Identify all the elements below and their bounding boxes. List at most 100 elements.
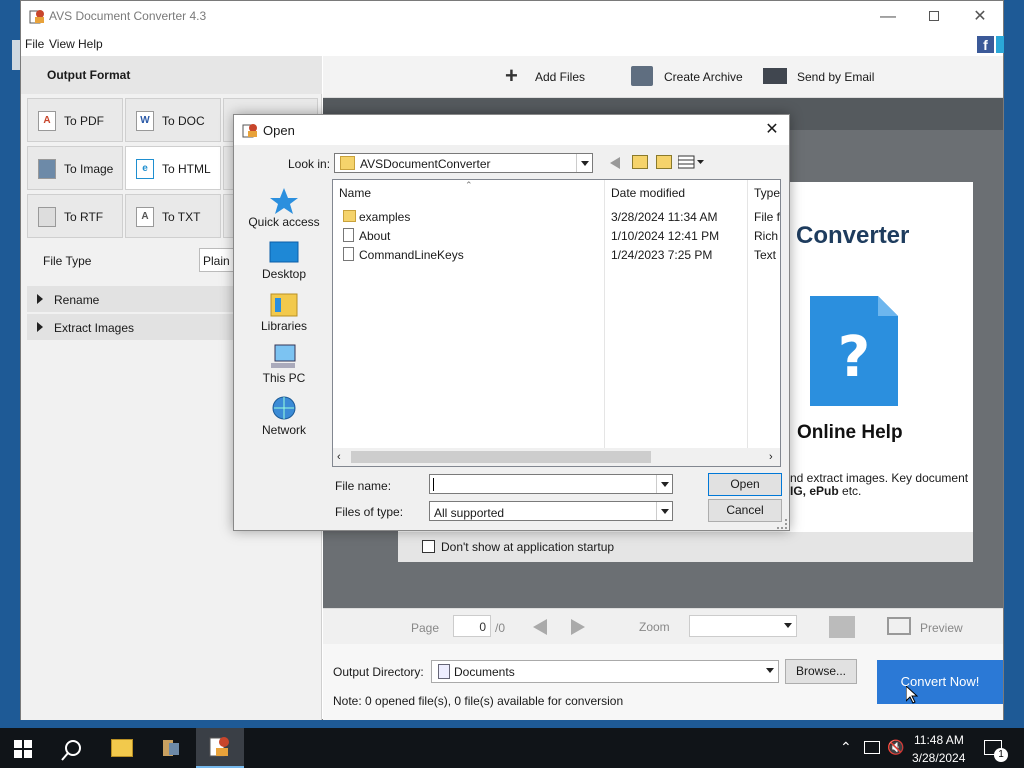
column-name[interactable]: Name [339,186,371,200]
clock-time[interactable]: 11:48 AM [914,733,964,747]
look-in-label: Look in: [288,157,331,171]
sort-arrow-icon: ⌃ [465,180,473,190]
toolbar: + Add Files Create Archive Send by Email [323,56,1003,98]
txt-icon: A [136,207,154,227]
star-icon [269,187,299,215]
preview-icon[interactable] [887,617,911,635]
add-files-button[interactable]: + Add Files [503,63,603,88]
scroll-left-icon[interactable]: ‹ [337,451,341,463]
online-help-label[interactable]: Online Help [797,422,903,444]
close-button[interactable]: ✕ [957,1,1003,32]
cancel-button[interactable]: Cancel [708,499,782,522]
list-item[interactable]: CommandLineKeys 1/24/2023 7:25 PM Text D [333,246,780,265]
place-this-pc[interactable]: This PC [244,343,324,385]
browse-button[interactable]: Browse... [785,659,857,684]
text-cursor [433,478,434,491]
start-button[interactable] [14,740,32,758]
minimize-button[interactable]: — [865,1,911,32]
file-name-label: File name: [335,479,392,493]
dont-show-checkbox[interactable] [422,540,435,553]
facebook-icon[interactable]: f [977,36,994,53]
conversion-note: Note: 0 opened file(s), 0 file(s) availa… [333,694,624,708]
to-image-button[interactable]: To Image [27,146,123,190]
title-bar: AVS Document Converter 4.3 — ✕ [21,1,1003,32]
text-file-icon [343,247,354,261]
scroll-thumb[interactable] [351,451,651,463]
place-desktop[interactable]: Desktop [244,239,324,281]
new-folder-icon[interactable] [656,155,672,169]
file-explorer-icon[interactable] [111,739,133,757]
expand-arrow-icon [37,294,43,304]
envelope-icon [763,68,787,84]
menu-view[interactable]: View [49,37,75,51]
network-tray-icon[interactable] [864,741,880,754]
social-icon[interactable] [996,36,1004,53]
menu-bar: File View Help f [21,32,1004,56]
zoom-label: Zoom [639,620,670,634]
view-menu-icon[interactable] [677,155,706,169]
dialog-app-icon [242,122,258,138]
svg-text:?: ? [838,325,870,390]
page-total: /0 [495,621,506,635]
network-icon [269,395,299,423]
help-description: nd extract images. Key document IG, ePub… [790,471,969,498]
place-quick-access[interactable]: Quick access [244,187,324,229]
plus-icon: + [505,63,518,88]
back-icon[interactable] [610,157,620,169]
help-title: Converter [796,222,910,249]
to-doc-button[interactable]: W To DOC [125,98,221,142]
column-type[interactable]: Type [754,186,780,200]
to-rtf-button[interactable]: To RTF [27,194,123,238]
page-label: Page [411,621,440,635]
clock-date[interactable]: 3/28/2024 [912,751,965,765]
up-folder-icon[interactable] [632,155,648,169]
look-in-select[interactable]: AVSDocumentConverter [334,153,593,173]
output-directory-select[interactable]: Documents [431,660,779,683]
create-archive-button[interactable]: Create Archive [629,66,749,88]
to-pdf-button[interactable]: A To PDF [27,98,123,142]
column-date[interactable]: Date modified [611,186,685,200]
search-icon[interactable] [60,738,84,762]
file-name-input[interactable] [429,474,673,494]
place-libraries[interactable]: Libraries [244,291,324,333]
scroll-right-icon[interactable]: › [769,451,773,463]
horizontal-scrollbar[interactable]: ‹ › [333,448,780,466]
doc-icon: W [136,111,154,131]
volume-muted-icon[interactable]: 🔇 [887,739,904,756]
output-bar: Output Directory: Documents Browse... Co… [323,644,1003,720]
dont-show-label: Don't show at application startup [441,540,615,554]
open-button[interactable]: Open [708,473,782,496]
show-hidden-icons[interactable]: ⌃ [840,739,852,756]
next-page-icon[interactable] [571,619,585,635]
maximize-button[interactable] [911,1,957,32]
avs-converter-taskbar-button[interactable] [196,728,244,768]
printer-icon[interactable] [829,616,855,638]
document-icon [438,664,450,679]
taskbar: ⌃ 🔇 11:48 AM 3/28/2024 1 [0,728,1024,768]
place-network[interactable]: Network [244,395,324,437]
resize-grip-icon[interactable] [777,519,787,529]
menu-help[interactable]: Help [78,37,103,51]
list-item[interactable]: examples 3/28/2024 11:34 AM File fo [333,208,780,227]
files-of-type-select[interactable]: All supported [429,501,673,521]
open-dialog: Open ✕ Look in: AVSDocumentConverter Qui… [233,114,790,531]
file-list: Name ⌃ Date modified Type examples 3/28/… [332,179,781,467]
menu-file[interactable]: File [25,37,44,51]
to-html-button[interactable]: e To HTML [125,146,221,190]
app-tool-icon[interactable] [160,737,182,759]
send-by-email-button[interactable]: Send by Email [761,66,881,88]
preview-label[interactable]: Preview [920,621,963,635]
mouse-cursor-icon [905,684,919,704]
to-txt-button[interactable]: A To TXT [125,194,221,238]
prev-page-icon[interactable] [533,619,547,635]
output-directory-label: Output Directory: [333,665,424,679]
convert-now-button[interactable]: Convert Now! [877,660,1003,704]
dialog-close-button[interactable]: ✕ [760,119,784,141]
page-input[interactable]: 0 [453,615,491,637]
list-item[interactable]: About 1/10/2024 12:41 PM Rich T [333,227,780,246]
output-format-header: Output Format [21,56,322,94]
app-title: AVS Document Converter 4.3 [49,9,207,23]
html-icon: e [136,159,154,179]
expand-arrow-icon [37,322,43,332]
zoom-select[interactable] [689,615,797,637]
